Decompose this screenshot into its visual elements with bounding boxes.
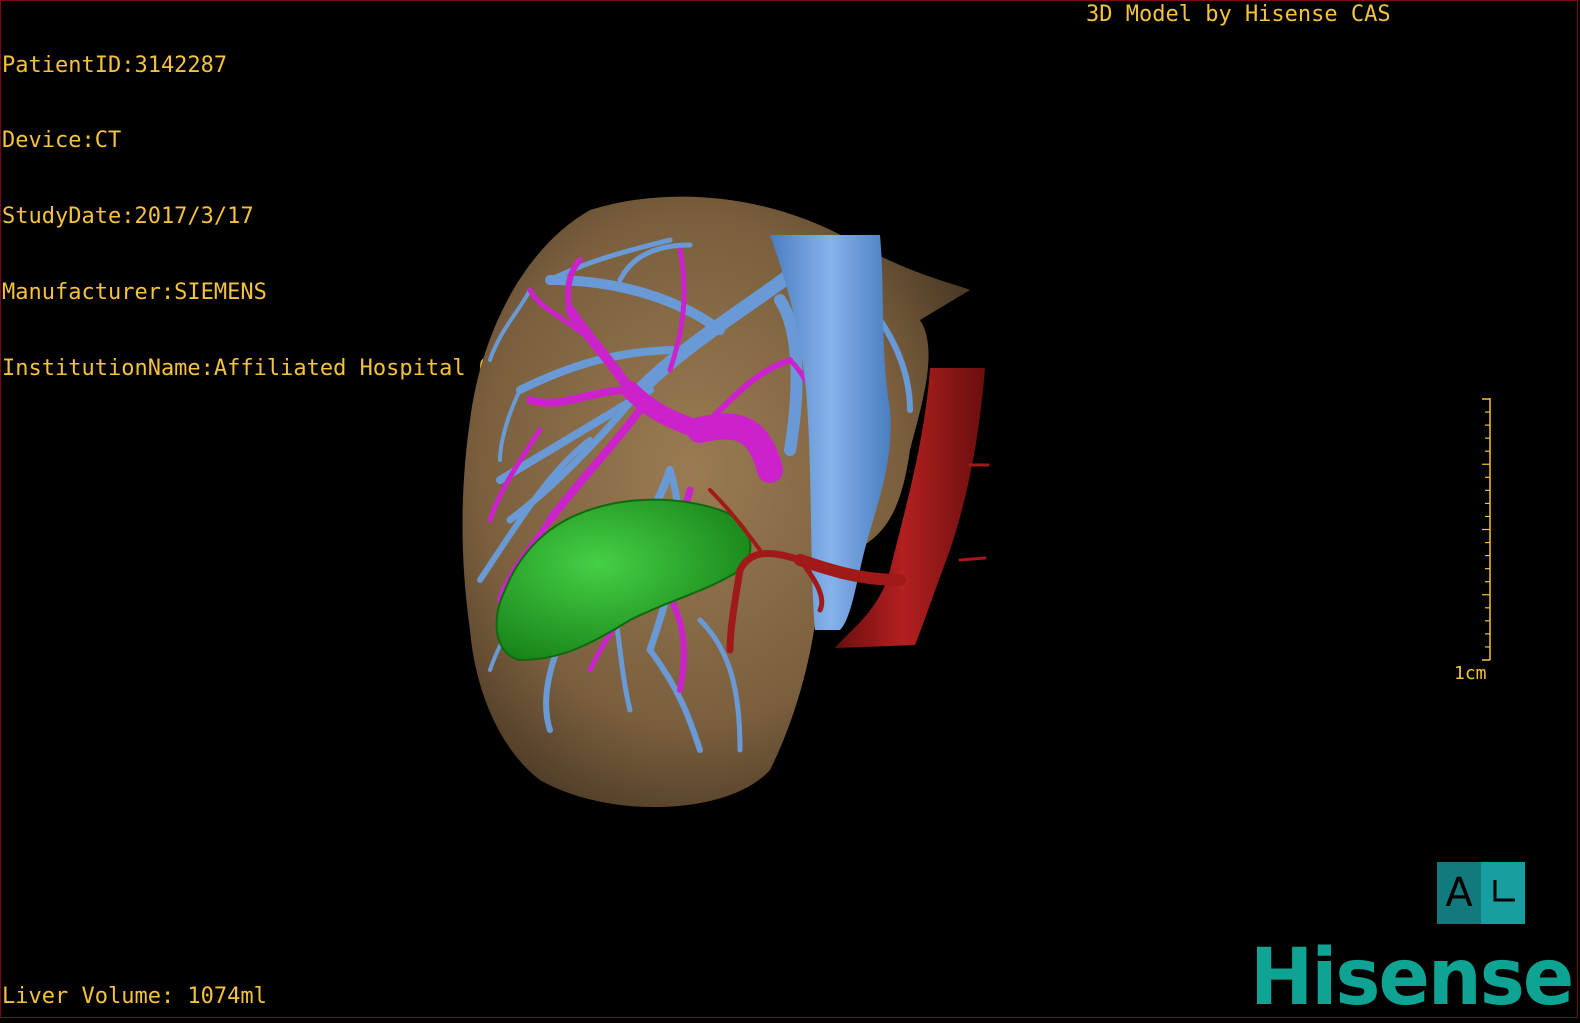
hisense-logo: Hisense <box>1250 933 1574 1023</box>
orientation-cube-button[interactable]: A <box>1437 862 1525 924</box>
scale-bar-label: 1cm <box>1454 663 1487 684</box>
scale-bar <box>1482 398 1491 661</box>
liver-3d-model-viewport[interactable] <box>440 190 1000 810</box>
device-text: Device:CT <box>2 128 122 154</box>
model-credit-text: 3D Model by Hisense CAS <box>1086 2 1391 27</box>
orientation-anterior-label: A <box>1437 862 1481 924</box>
liver-surface <box>462 196 970 808</box>
orientation-corner-icon <box>1481 862 1525 924</box>
patient-id-text: PatientID:3142287 <box>2 52 228 78</box>
liver-volume-text: Liver Volume: 1074ml <box>2 984 267 1009</box>
